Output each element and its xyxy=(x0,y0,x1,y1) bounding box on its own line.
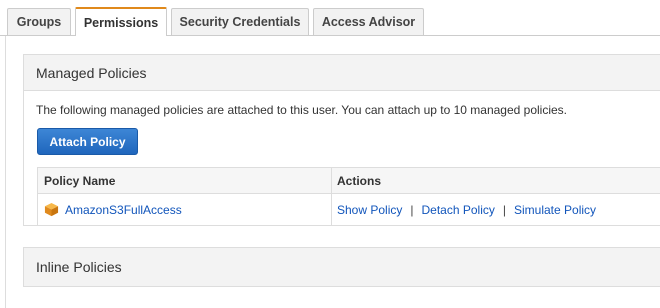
policy-actions-cell: Show Policy | Detach Policy | Simulate P… xyxy=(332,194,660,225)
simulate-policy-link[interactable]: Simulate Policy xyxy=(514,203,596,217)
header-policy-name[interactable]: Policy Name xyxy=(38,168,332,193)
managed-policies-title: Managed Policies xyxy=(36,64,147,81)
tab-permissions[interactable]: Permissions xyxy=(75,7,167,36)
policy-name-cell: AmazonS3FullAccess xyxy=(38,194,332,225)
managed-policies-description: The following managed policies are attac… xyxy=(36,103,568,117)
tab-access-advisor[interactable]: Access Advisor xyxy=(313,8,424,35)
permissions-panel: Managed Policies The following managed p… xyxy=(5,36,660,308)
tab-security-credentials[interactable]: Security Credentials xyxy=(171,8,309,35)
managed-policies-section: Managed Policies The following managed p… xyxy=(23,54,660,226)
header-actions: Actions xyxy=(337,173,382,188)
policy-name-link[interactable]: AmazonS3FullAccess xyxy=(65,203,182,217)
policy-cube-icon xyxy=(44,202,59,217)
table-row: AmazonS3FullAccess Show Policy | Detach … xyxy=(38,194,660,225)
action-separator: | xyxy=(502,202,506,217)
tab-bar: Groups Permissions Security Credentials … xyxy=(0,0,660,36)
managed-policies-header[interactable]: Managed Policies xyxy=(24,55,660,91)
inline-policies-section: Inline Policies xyxy=(23,247,660,287)
table-header-row: Policy Name Actions xyxy=(38,168,660,194)
attach-policy-button[interactable]: Attach Policy xyxy=(37,128,138,155)
managed-policies-table: Policy Name Actions AmazonS3FullAccess S… xyxy=(37,167,660,226)
tab-groups[interactable]: Groups xyxy=(7,8,71,35)
detach-policy-link[interactable]: Detach Policy xyxy=(422,203,495,217)
action-separator: | xyxy=(410,202,414,217)
inline-policies-title: Inline Policies xyxy=(36,259,122,275)
inline-policies-header[interactable]: Inline Policies xyxy=(24,248,660,286)
show-policy-link[interactable]: Show Policy xyxy=(337,203,402,217)
